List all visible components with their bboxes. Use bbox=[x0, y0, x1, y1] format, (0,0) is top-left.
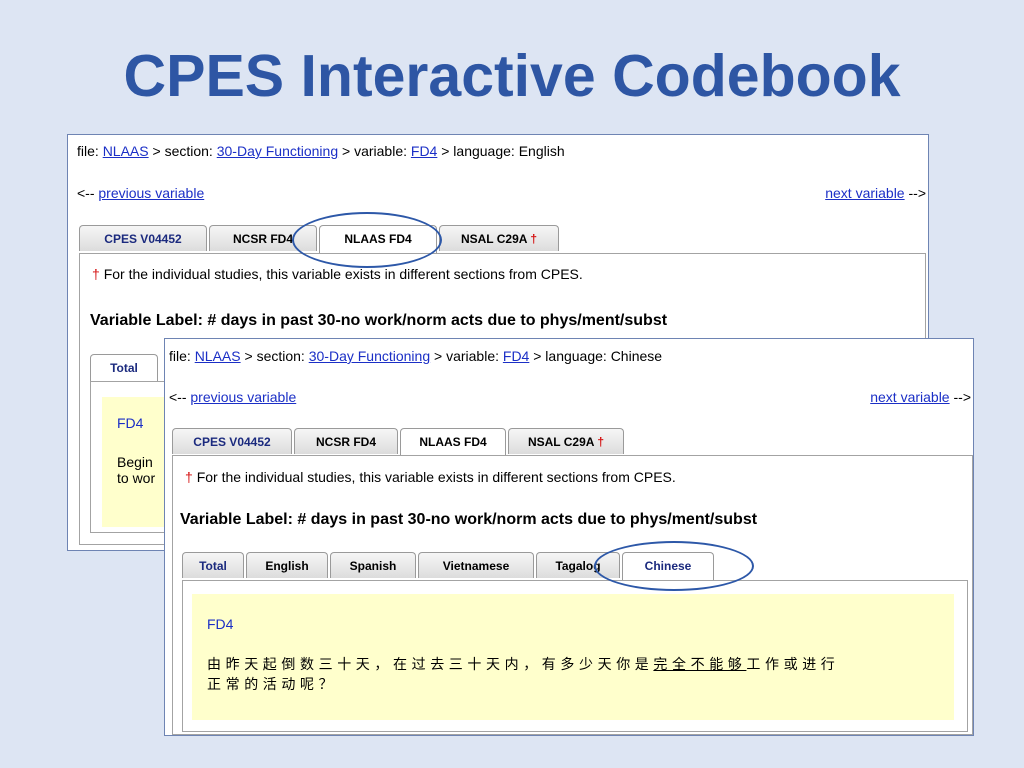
study-tabs: CPES V04452 NCSR FD4 NLAAS FD4 NSAL C29A… bbox=[172, 428, 732, 457]
breadcrumb: file: NLAAS > section: 30-Day Functionin… bbox=[169, 348, 662, 364]
dagger-icon: † bbox=[185, 469, 193, 485]
crumb-file-link[interactable]: NLAAS bbox=[195, 348, 241, 364]
language-tabs: Total bbox=[90, 354, 170, 383]
crumb-variable-prefix: > variable: bbox=[342, 143, 407, 159]
next-variable-link[interactable]: next variable bbox=[870, 389, 949, 405]
crumb-file-prefix: file: bbox=[169, 348, 191, 364]
dagger-icon: † bbox=[530, 232, 538, 246]
tab-nsal-label: NSAL C29A bbox=[527, 435, 594, 449]
tab-cpes[interactable]: CPES V04452 bbox=[172, 428, 292, 454]
note-text: For the individual studies, this variabl… bbox=[196, 469, 676, 485]
crumb-variable-link[interactable]: FD4 bbox=[411, 143, 437, 159]
question-line-2: 正常的活动呢？ bbox=[207, 676, 338, 692]
language-tabs: Total English Spanish Vietnamese Tagalog… bbox=[182, 552, 742, 581]
next-arrow: --> bbox=[908, 185, 927, 201]
previous-variable-link[interactable]: previous variable bbox=[190, 389, 296, 405]
tab-cpes[interactable]: CPES V04452 bbox=[79, 225, 207, 251]
crumb-language: > language: English bbox=[441, 143, 565, 159]
question-part-2: 工作或进行 bbox=[746, 656, 840, 672]
slide-title: CPES Interactive Codebook bbox=[123, 43, 901, 109]
crumb-file-link[interactable]: NLAAS bbox=[103, 143, 149, 159]
tab-nlaas[interactable]: NLAAS FD4 bbox=[400, 428, 506, 457]
next-variable-nav: next variable --> bbox=[870, 389, 971, 405]
codebook-panel-chinese: file: NLAAS > section: 30-Day Functionin… bbox=[164, 338, 974, 736]
tab-spanish[interactable]: Spanish bbox=[330, 552, 416, 578]
previous-variable-nav: <-- previous variable bbox=[169, 389, 296, 405]
language-content: FD4 由昨天起倒数三十天，在过去三十天内，有多少天你是完全不能够工作或进行 正… bbox=[182, 580, 968, 732]
study-content: † For the individual studies, this varia… bbox=[172, 455, 973, 735]
variable-label: Variable Label: # days in past 30-no wor… bbox=[90, 312, 668, 329]
tab-nsal[interactable]: NSAL C29A † bbox=[439, 225, 559, 251]
tab-total[interactable]: Total bbox=[182, 552, 244, 578]
crumb-section-link[interactable]: 30-Day Functioning bbox=[217, 143, 338, 159]
question-box: FD4 由昨天起倒数三十天，在过去三十天内，有多少天你是完全不能够工作或进行 正… bbox=[192, 594, 954, 720]
question-emphasis: 完全不能够 bbox=[653, 656, 747, 672]
tab-nsal-label: NSAL C29A bbox=[460, 232, 527, 246]
prev-arrow: <-- bbox=[77, 185, 95, 201]
tab-vietnamese[interactable]: Vietnamese bbox=[418, 552, 534, 578]
tab-ncsr[interactable]: NCSR FD4 bbox=[294, 428, 398, 454]
dagger-icon: † bbox=[92, 266, 100, 282]
tab-english[interactable]: English bbox=[246, 552, 328, 578]
tab-chinese[interactable]: Chinese bbox=[622, 552, 714, 581]
crumb-file-prefix: file: bbox=[77, 143, 99, 159]
next-arrow: --> bbox=[953, 389, 972, 405]
variable-code: FD4 bbox=[117, 415, 144, 431]
crumb-section-link[interactable]: 30-Day Functioning bbox=[309, 348, 430, 364]
dagger-icon: † bbox=[597, 435, 605, 449]
question-part-1: 由昨天起倒数三十天，在过去三十天内，有多少天你是 bbox=[207, 656, 654, 672]
breadcrumb: file: NLAAS > section: 30-Day Functionin… bbox=[77, 143, 565, 159]
crumb-variable-link[interactable]: FD4 bbox=[503, 348, 529, 364]
prev-arrow: <-- bbox=[169, 389, 187, 405]
variable-label: Variable Label: # days in past 30-no wor… bbox=[180, 511, 758, 528]
previous-variable-nav: <-- previous variable bbox=[77, 185, 204, 201]
sections-note: † For the individual studies, this varia… bbox=[185, 469, 676, 485]
tab-total[interactable]: Total bbox=[90, 354, 158, 383]
question-text: 由昨天起倒数三十天，在过去三十天内，有多少天你是完全不能够工作或进行 正常的活动… bbox=[207, 654, 952, 694]
next-variable-nav: next variable --> bbox=[825, 185, 926, 201]
next-variable-link[interactable]: next variable bbox=[825, 185, 904, 201]
tab-nsal[interactable]: NSAL C29A † bbox=[508, 428, 624, 454]
crumb-section-prefix: > section: bbox=[244, 348, 305, 364]
question-line-1: 由昨天起倒数三十天，在过去三十天内，有多少天你是完全不能够工作或进行 bbox=[207, 654, 952, 674]
note-text: For the individual studies, this variabl… bbox=[103, 266, 583, 282]
tab-nlaas[interactable]: NLAAS FD4 bbox=[319, 225, 437, 254]
tab-tagalog[interactable]: Tagalog bbox=[536, 552, 620, 578]
crumb-language: > language: Chinese bbox=[533, 348, 663, 364]
crumb-variable-prefix: > variable: bbox=[434, 348, 499, 364]
sections-note: † For the individual studies, this varia… bbox=[92, 266, 583, 282]
study-tabs: CPES V04452 NCSR FD4 NLAAS FD4 NSAL C29A… bbox=[79, 225, 679, 254]
crumb-section-prefix: > section: bbox=[152, 143, 213, 159]
tab-ncsr[interactable]: NCSR FD4 bbox=[209, 225, 317, 251]
previous-variable-link[interactable]: previous variable bbox=[98, 185, 204, 201]
variable-code: FD4 bbox=[207, 616, 234, 632]
